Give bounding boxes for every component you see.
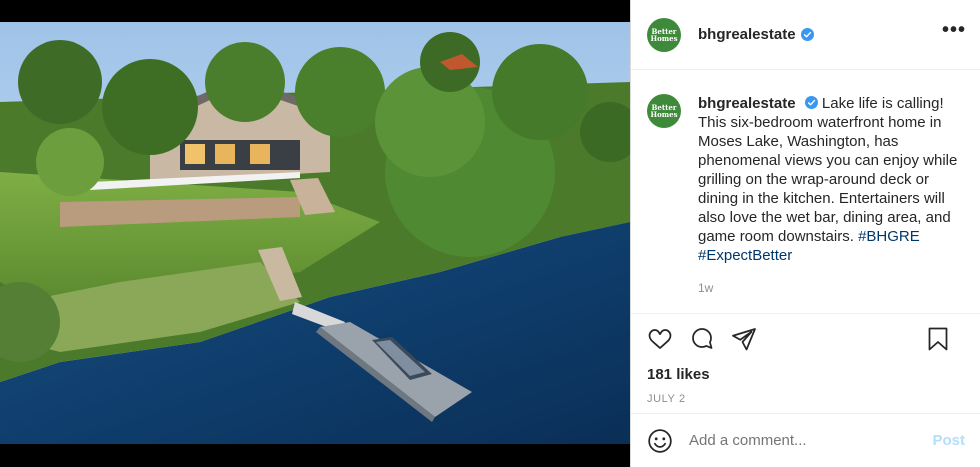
bookmark-icon[interactable] xyxy=(926,326,950,352)
post-header: Better Homes bhgrealestate ••• xyxy=(631,0,980,70)
more-options-icon[interactable]: ••• xyxy=(942,20,966,40)
caption: bhgrealestate Lake life is calling! This… xyxy=(698,94,963,313)
post-date[interactable]: JULY 2 xyxy=(631,393,980,405)
caption-area: Better Homes bhgrealestate Lake life is … xyxy=(631,70,980,314)
caption-avatar-text-line2: Homes xyxy=(650,110,678,119)
likes-count[interactable]: 181 likes xyxy=(631,366,980,383)
post-comment-button[interactable]: Post xyxy=(932,432,965,449)
action-bar xyxy=(631,314,980,364)
hashtag-link[interactable]: #ExpectBetter xyxy=(698,247,792,264)
hashtag-link[interactable]: #BHGRE xyxy=(858,228,920,245)
avatar[interactable]: Better Homes xyxy=(647,17,681,52)
caption-username-link[interactable]: bhgrealestate xyxy=(698,95,796,112)
caption-verified-badge-icon xyxy=(804,96,818,109)
caption-text: Lake life is calling! This six-bedroom w… xyxy=(698,95,958,245)
caption-timestamp[interactable]: 1w xyxy=(698,279,963,298)
instagram-post: Better Homes bhgrealestate ••• Better Ho… xyxy=(0,0,980,467)
caption-avatar[interactable]: Better Homes xyxy=(647,94,681,128)
username-link[interactable]: bhgrealestate xyxy=(698,26,796,43)
post-media[interactable] xyxy=(0,0,630,467)
comment-icon[interactable] xyxy=(689,327,715,351)
comment-bar: Post xyxy=(631,413,980,467)
emoji-icon[interactable] xyxy=(647,428,673,454)
heart-icon[interactable] xyxy=(647,327,673,351)
avatar-text-line2: Homes xyxy=(650,33,678,43)
verified-badge-icon xyxy=(800,28,814,41)
share-icon[interactable] xyxy=(731,327,757,351)
post-sidebar: Better Homes bhgrealestate ••• Better Ho… xyxy=(630,0,980,467)
comment-input[interactable] xyxy=(689,432,933,449)
post-photo-lake-house[interactable] xyxy=(0,22,630,444)
